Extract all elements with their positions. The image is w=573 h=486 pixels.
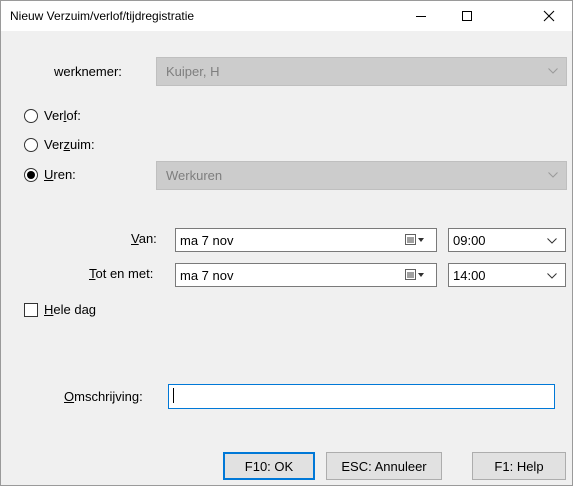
radio-hours-dot [27, 171, 35, 179]
chevron-down-icon [548, 172, 558, 178]
employee-label: werknemer: [54, 64, 122, 79]
minimize-button[interactable] [398, 1, 444, 31]
from-label-post: an: [138, 231, 157, 246]
all-day-label-post: ele dag [53, 302, 97, 317]
from-date-value: ma 7 nov [180, 233, 234, 248]
maximize-icon [462, 11, 472, 21]
radio-hours[interactable] [24, 168, 38, 182]
radio-leave-label-pre: Ver [44, 108, 64, 123]
cancel-button[interactable]: ESC: Annuleer [326, 452, 442, 480]
description-label-post: mschrijving: [74, 389, 143, 404]
description-label: Omschrijving: [64, 389, 143, 405]
radio-absence[interactable] [24, 138, 38, 152]
maximize-button[interactable] [444, 1, 490, 31]
title-bar: Nieuw Verzuim/verlof/tijdregistratie [1, 1, 572, 31]
radio-absence-label-pre: Ver [44, 137, 64, 152]
calendar-icon[interactable] [404, 268, 426, 282]
from-label: Van: [131, 231, 157, 247]
to-label-post: ot en met: [95, 266, 154, 281]
radio-leave-label-post: of: [66, 108, 81, 123]
radio-leave-label[interactable]: Verlof: [44, 108, 81, 124]
all-day-checkbox[interactable] [24, 303, 38, 317]
from-time-value: 09:00 [453, 233, 486, 248]
hours-type-select: Werkuren [156, 161, 567, 190]
description-label-accel: O [64, 389, 75, 404]
to-date-value: ma 7 nov [180, 268, 234, 283]
chevron-down-icon [548, 68, 558, 74]
from-label-accel: V [131, 231, 139, 246]
radio-absence-label[interactable]: Verzuim: [44, 137, 95, 153]
close-icon [543, 10, 555, 22]
radio-hours-label-post: ren: [53, 167, 76, 182]
radio-absence-label-post: uim: [70, 137, 95, 152]
to-time-select[interactable]: 14:00 [448, 263, 566, 287]
employee-select: Kuiper, H [156, 57, 567, 86]
ok-button[interactable]: F10: OK [223, 452, 315, 480]
text-caret [173, 388, 174, 403]
to-time-value: 14:00 [453, 268, 486, 283]
help-button[interactable]: F1: Help [472, 452, 566, 480]
chevron-down-icon [547, 273, 557, 279]
employee-value: Kuiper, H [166, 64, 220, 79]
calendar-icon[interactable] [404, 233, 426, 247]
window-title: Nieuw Verzuim/verlof/tijdregistratie [10, 9, 195, 23]
radio-hours-label[interactable]: Uren: [44, 167, 76, 183]
hours-type-value: Werkuren [166, 168, 223, 183]
close-button[interactable] [526, 1, 572, 31]
chevron-down-icon [547, 238, 557, 244]
radio-hours-label-accel: U [44, 167, 54, 182]
dialog-window: Nieuw Verzuim/verlof/tijdregistratie wer… [0, 0, 573, 486]
minimize-icon [416, 16, 426, 17]
all-day-label[interactable]: Hele dag [44, 302, 96, 318]
radio-leave[interactable] [24, 109, 38, 123]
to-label: Tot en met: [89, 266, 153, 282]
description-input[interactable] [168, 384, 555, 409]
to-date-picker[interactable]: ma 7 nov [175, 263, 437, 287]
all-day-label-accel: H [44, 302, 54, 317]
from-date-picker[interactable]: ma 7 nov [175, 228, 437, 252]
from-time-select[interactable]: 09:00 [448, 228, 566, 252]
